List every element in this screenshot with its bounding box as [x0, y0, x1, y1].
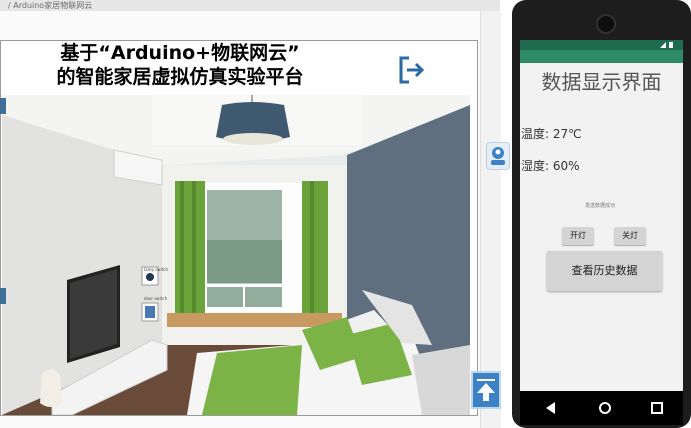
app-title: 数据显示界面 — [541, 70, 662, 94]
light-off-button[interactable]: 关灯 — [614, 227, 646, 245]
left-side-tab-top[interactable] — [0, 98, 6, 114]
page-title-line2: 的智能家居虚拟仿真实验平台 — [56, 66, 304, 88]
home-icon[interactable] — [598, 400, 612, 414]
page-title-line1: 基于“Arduino+物联网云” — [60, 42, 300, 64]
browser-tab-title: / Arduino家居物联网云 — [8, 1, 93, 10]
recent-apps-icon[interactable] — [650, 400, 664, 414]
door-switch-label: door switch — [144, 296, 168, 301]
back-icon[interactable] — [544, 400, 558, 414]
room-scene-3d[interactable] — [2, 95, 470, 415]
bed-runner — [202, 345, 302, 415]
phone-screen — [520, 63, 683, 391]
send-status-text: 发送数据成功 — [584, 203, 615, 209]
nightstand — [412, 345, 470, 415]
lamp-switch-label: lamp switch — [144, 267, 169, 272]
window-bench — [167, 313, 342, 327]
left-side-tab-bottom[interactable] — [0, 288, 6, 304]
humidity-reading: 湿度: 60% — [521, 159, 580, 173]
curtain-right — [302, 181, 328, 316]
temperature-reading: 温度: 27℃ — [521, 127, 582, 141]
scroll-to-top-button[interactable] — [471, 371, 501, 409]
view-history-button[interactable]: 查看历史数据 — [547, 251, 662, 291]
phone-camera — [596, 14, 616, 34]
phone-status-bar — [520, 40, 683, 50]
phone-app-bar — [520, 50, 683, 63]
table-lamp — [40, 369, 62, 407]
battery-icon — [669, 42, 673, 48]
vertical-scrollbar[interactable] — [480, 11, 501, 428]
curtain-left — [175, 181, 205, 316]
voice-assistant-button[interactable] — [486, 142, 510, 170]
logout-icon[interactable] — [397, 55, 427, 85]
page-title: 基于“Arduino+物联网云” 的智能家居虚拟仿真实验平台 — [30, 41, 330, 89]
light-on-button[interactable]: 开灯 — [562, 227, 594, 245]
